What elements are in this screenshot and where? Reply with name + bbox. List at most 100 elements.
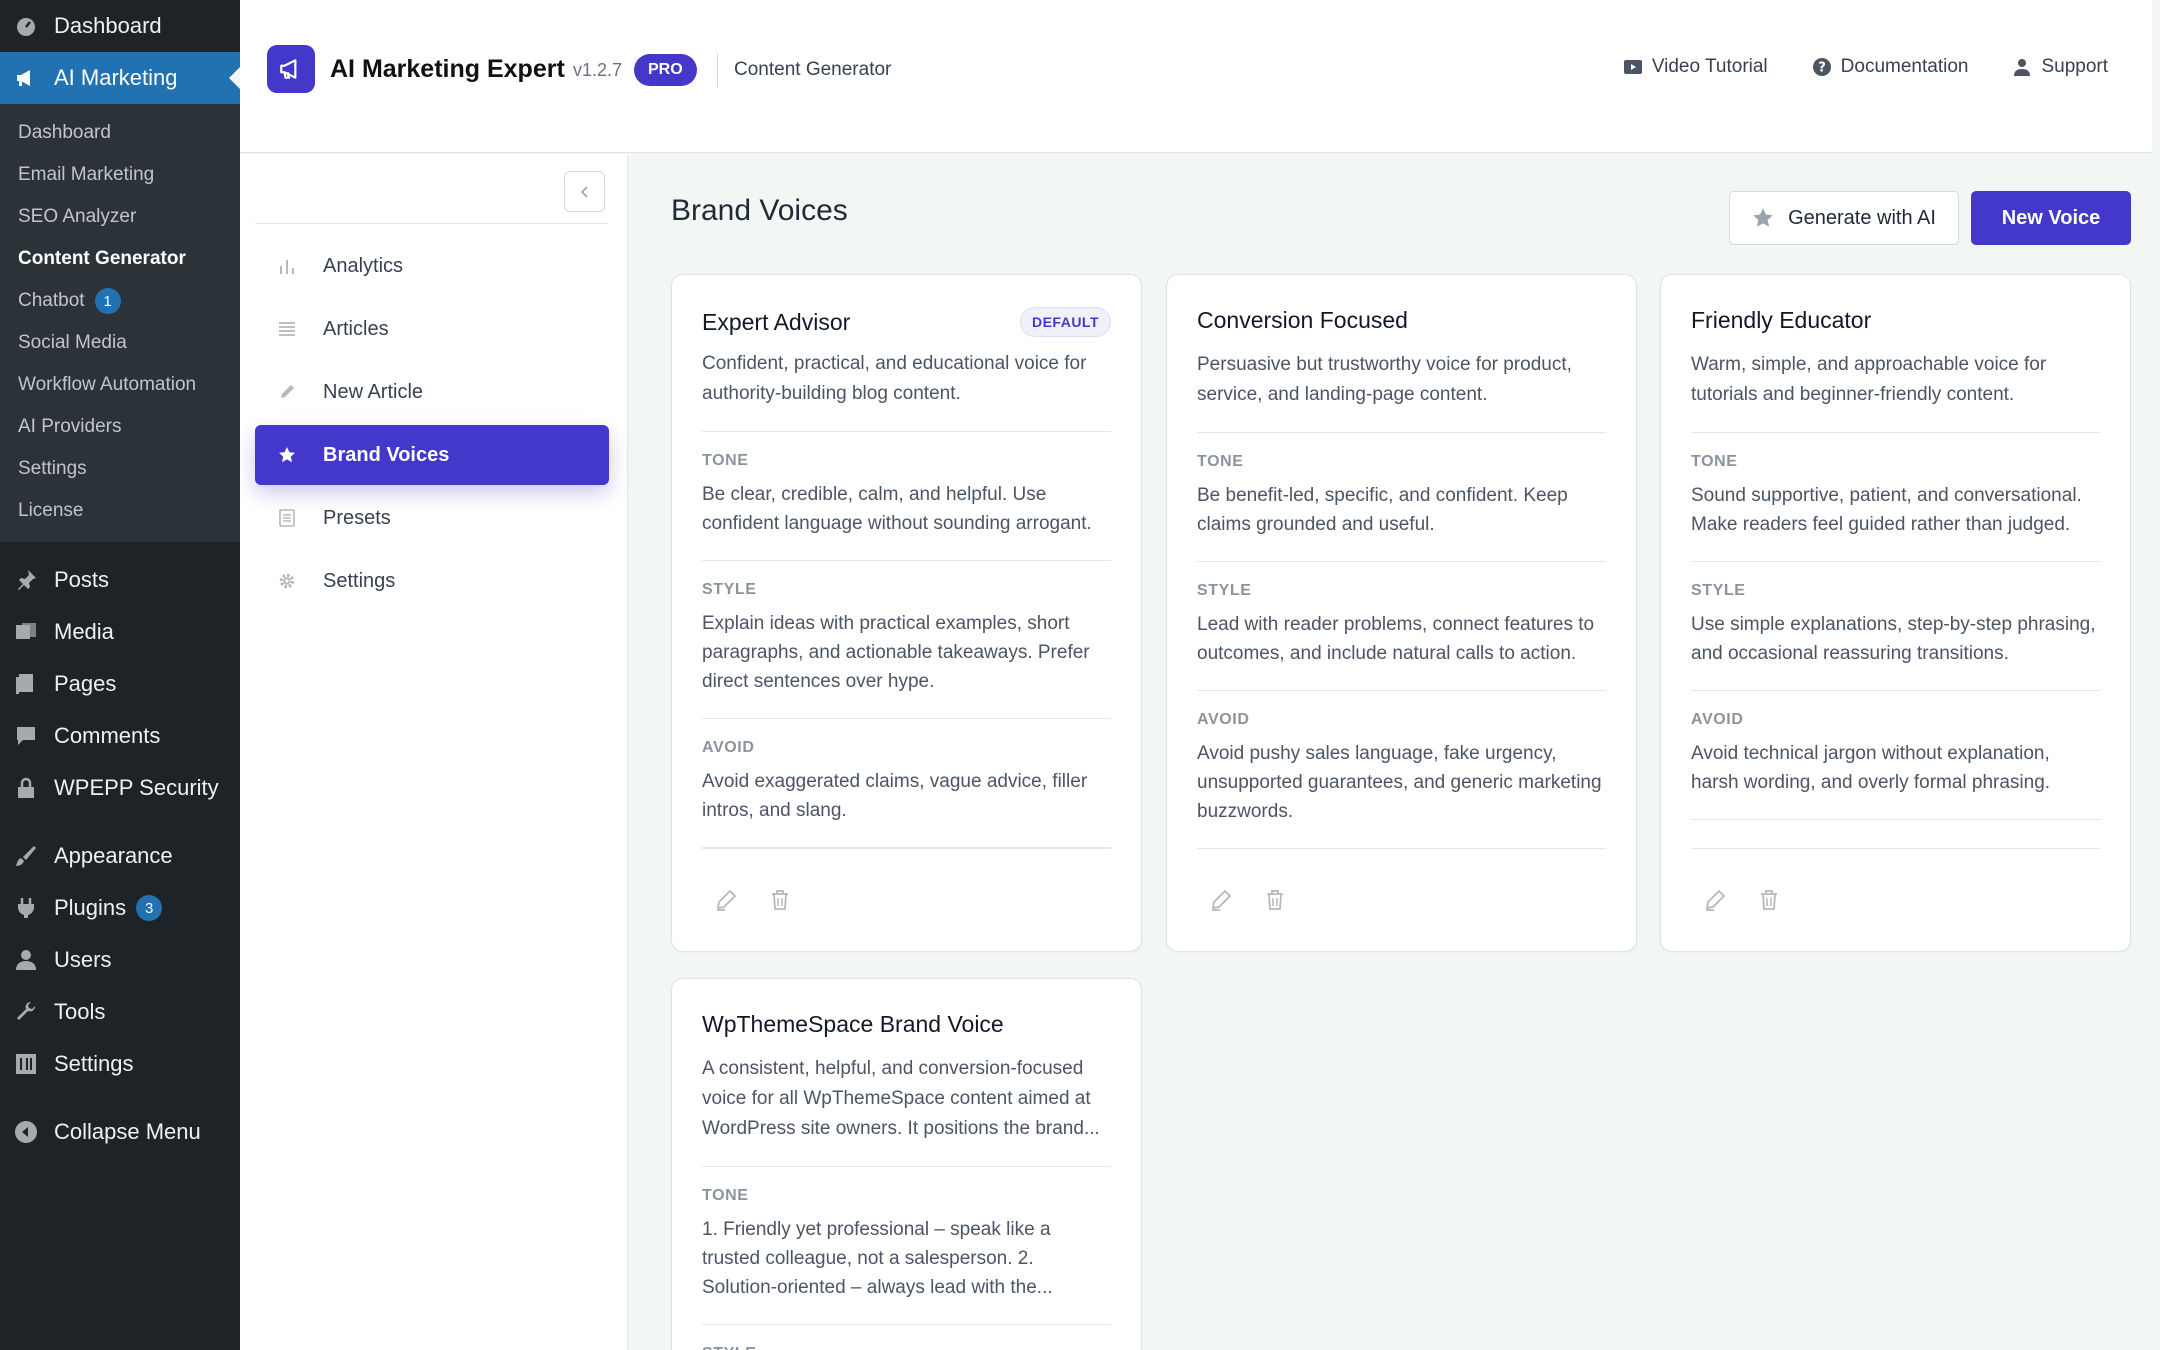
list-icon: [277, 320, 297, 338]
card-description: Persuasive but trustworthy voice for pro…: [1197, 350, 1606, 433]
wp-menu-label: Appearance: [54, 843, 173, 868]
megaphone-icon: [14, 66, 38, 90]
wp-submenu-dashboard[interactable]: Dashboard: [0, 112, 240, 154]
nav-label: Settings: [323, 569, 396, 592]
edit-pencil-icon[interactable]: [714, 888, 738, 912]
section-text: Sound supportive, patient, and conversat…: [1691, 485, 2082, 535]
comment-icon: [14, 724, 38, 748]
app-version: v1.2.7: [573, 60, 623, 80]
user-icon: [14, 948, 38, 972]
card-actions: [1691, 848, 2100, 951]
section-label: AVOID: [702, 739, 755, 756]
wp-menu-pages[interactable]: Pages: [0, 658, 240, 710]
nav-item-settings[interactable]: Settings: [255, 551, 609, 611]
lock-icon: [14, 776, 38, 800]
nav-item-presets[interactable]: Presets: [255, 488, 609, 548]
wp-menu-label: Settings: [54, 1051, 134, 1076]
nav-label: Articles: [323, 317, 389, 340]
document-icon: [277, 509, 297, 527]
wp-menu-tools[interactable]: Tools: [0, 986, 240, 1038]
wp-submenu-chatbot[interactable]: Chatbot 1: [0, 280, 240, 322]
header-divider: [717, 53, 718, 87]
submenu-label: Email Marketing: [18, 164, 155, 185]
wp-submenu: Dashboard Email Marketing SEO Analyzer C…: [0, 104, 240, 542]
wp-menu-users[interactable]: Users: [0, 934, 240, 986]
video-tutorial-link[interactable]: Video Tutorial: [1623, 56, 1768, 78]
link-label: Video Tutorial: [1651, 56, 1768, 77]
generate-with-ai-button[interactable]: Generate with AI: [1729, 191, 1959, 245]
wp-menu-ai-marketing[interactable]: AI Marketing: [0, 52, 240, 104]
collapse-sidebar-button[interactable]: [564, 171, 605, 212]
edit-pencil-icon[interactable]: [1703, 888, 1727, 912]
support-link[interactable]: Support: [2012, 56, 2108, 78]
nav-item-articles[interactable]: Articles: [255, 299, 609, 359]
delete-trash-icon[interactable]: [1263, 888, 1287, 912]
section-text: Be clear, credible, calm, and helpful. U…: [702, 484, 1092, 534]
header-section-name: Content Generator: [734, 59, 892, 80]
video-icon: [1623, 57, 1643, 77]
brush-icon: [14, 844, 38, 868]
wp-menu-media[interactable]: Media: [0, 606, 240, 658]
star-icon: [277, 446, 297, 464]
section-label: STYLE: [702, 581, 757, 598]
nav-item-brand-voices[interactable]: Brand Voices: [255, 425, 609, 485]
main-content: Brand Voices Generate with AI New Voice …: [629, 154, 2152, 1350]
wp-submenu-content-generator[interactable]: Content Generator: [0, 238, 240, 280]
wp-menu-label: Pages: [54, 671, 117, 696]
pencil-icon: [277, 383, 297, 401]
wp-menu-posts[interactable]: Posts: [0, 554, 240, 606]
card-actions: [1197, 848, 1606, 951]
delete-trash-icon[interactable]: [768, 888, 792, 912]
delete-trash-icon[interactable]: [1757, 888, 1781, 912]
wp-collapse-menu[interactable]: Collapse Menu: [0, 1106, 240, 1158]
card-section-avoid: AVOID Avoid pushy sales language, fake u…: [1197, 691, 1606, 849]
wp-submenu-ai-providers[interactable]: AI Providers: [0, 406, 240, 448]
bar-chart-icon: [277, 257, 297, 275]
wp-admin-sidebar: Dashboard AI Marketing Dashboard Email M…: [0, 0, 240, 1350]
wp-submenu-email-marketing[interactable]: Email Marketing: [0, 154, 240, 196]
wp-submenu-license[interactable]: License: [0, 490, 240, 532]
wp-submenu-social-media[interactable]: Social Media: [0, 322, 240, 364]
edit-pencil-icon[interactable]: [1209, 888, 1233, 912]
nav-item-new-article[interactable]: New Article: [255, 362, 609, 422]
chevron-left-icon: [578, 185, 592, 199]
wp-submenu-settings[interactable]: Settings: [0, 448, 240, 490]
documentation-link[interactable]: ? Documentation: [1812, 56, 1968, 78]
wp-menu-plugins[interactable]: Plugins 3: [0, 882, 240, 934]
wp-submenu-workflow-automation[interactable]: Workflow Automation: [0, 364, 240, 406]
nav-label: New Article: [323, 380, 424, 403]
card-section-tone: TONE 1. Friendly yet professional – spea…: [702, 1167, 1111, 1325]
wp-menu-appearance[interactable]: Appearance: [0, 830, 240, 882]
wp-menu-comments[interactable]: Comments: [0, 710, 240, 762]
section-label: STYLE: [1197, 582, 1252, 599]
section-text: Explain ideas with practical examples, s…: [702, 613, 1090, 692]
section-text: 1. Friendly yet professional – speak lik…: [702, 1219, 1053, 1298]
wp-submenu-seo-analyzer[interactable]: SEO Analyzer: [0, 196, 240, 238]
plugin-sidebar-nav: Analytics Articles New Article Brand Voi…: [240, 154, 628, 1350]
section-text: Lead with reader problems, connect featu…: [1197, 614, 1595, 664]
wp-menu-label: Dashboard: [54, 13, 162, 38]
wp-menu-label: Posts: [54, 567, 110, 592]
svg-text:?: ?: [1818, 61, 1826, 76]
wp-menu-label: Plugins: [54, 895, 127, 920]
media-icon: [14, 620, 38, 644]
wp-menu-settings[interactable]: Settings: [0, 1038, 240, 1090]
submenu-label: License: [18, 500, 84, 521]
wp-menu-dashboard[interactable]: Dashboard: [0, 0, 240, 52]
card-title: Conversion Focused: [1197, 307, 1408, 333]
card-section-tone: TONE Be benefit-led, specific, and confi…: [1197, 433, 1606, 562]
wp-menu-security[interactable]: WPEPP Security: [0, 762, 240, 814]
app-header: AI Marketing Expert v1.2.7 PRO Content G…: [240, 0, 2152, 153]
section-label: AVOID: [1197, 711, 1250, 728]
notification-badge: 1: [94, 288, 121, 314]
new-voice-button[interactable]: New Voice: [1971, 191, 2131, 245]
wp-menu-label: Media: [54, 619, 114, 644]
app-logo: [267, 45, 315, 93]
submenu-label: Social Media: [18, 332, 127, 353]
card-title: Friendly Educator: [1691, 307, 1872, 333]
section-label: TONE: [702, 1187, 749, 1204]
nav-item-analytics[interactable]: Analytics: [255, 236, 609, 296]
gear-icon: [277, 572, 297, 590]
card-section-tone: TONE Sound supportive, patient, and conv…: [1691, 433, 2100, 562]
page-title: Brand Voices: [671, 194, 848, 227]
